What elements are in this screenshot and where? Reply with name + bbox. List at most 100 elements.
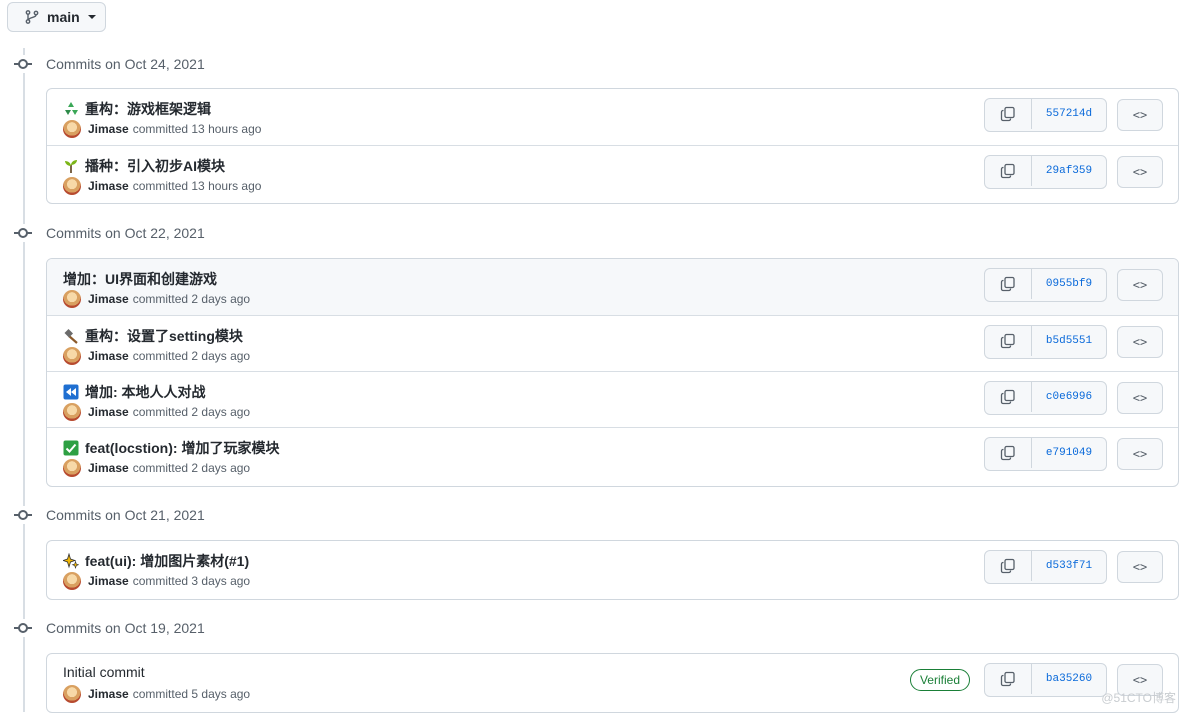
- commit-meta: committed 5 days ago: [132, 687, 251, 701]
- commit-group-header: Commits on Oct 22, 2021: [14, 223, 205, 243]
- commit-group-header: Commits on Oct 21, 2021: [14, 505, 205, 525]
- commit-group-date: Commits on Oct 22, 2021: [46, 225, 205, 241]
- commit-row: 播种：引入初步AI模块 Jimase committed 13 hours ag…: [47, 145, 1178, 201]
- commit-sha-link[interactable]: e791049: [1032, 438, 1106, 468]
- commit-sha-link[interactable]: d533f71: [1032, 551, 1106, 581]
- commit-list: Initial commit Jimase committed 5 days a…: [46, 653, 1179, 713]
- copy-icon: [1000, 445, 1015, 461]
- rewind-icon: [63, 384, 79, 400]
- commit-title-link[interactable]: 重构：设置了setting模块: [85, 326, 243, 346]
- code-icon: <>: [1132, 673, 1148, 687]
- commit-dot-icon: [14, 55, 32, 73]
- copy-icon: [1000, 671, 1015, 687]
- commit-title-link[interactable]: 重构：游戏框架逻辑: [85, 99, 211, 119]
- commit-title-link[interactable]: feat(ui): 增加图片素材(#1): [85, 551, 249, 571]
- commit-sha-link[interactable]: 557214d: [1032, 99, 1106, 129]
- browse-repo-button[interactable]: <>: [1117, 156, 1163, 188]
- commit-author[interactable]: Jimase: [88, 179, 129, 193]
- commit-author[interactable]: Jimase: [88, 122, 129, 136]
- avatar[interactable]: [63, 685, 81, 703]
- commit-title-link[interactable]: 增加: 本地人人对战: [85, 382, 206, 402]
- commit-group-header: Commits on Oct 19, 2021: [14, 618, 205, 638]
- code-icon: <>: [1132, 278, 1148, 292]
- browse-repo-button[interactable]: <>: [1117, 438, 1163, 470]
- branch-select-button[interactable]: main: [7, 2, 106, 32]
- commit-title-link[interactable]: 增加：UI界面和创建游戏: [63, 269, 217, 289]
- verified-badge[interactable]: Verified: [909, 669, 970, 691]
- copy-icon: [1000, 106, 1015, 122]
- avatar[interactable]: [63, 120, 81, 138]
- browse-repo-button[interactable]: <>: [1117, 99, 1163, 131]
- commit-meta: committed 2 days ago: [132, 349, 251, 363]
- copy-sha-button[interactable]: [985, 326, 1032, 356]
- commit-group-date: Commits on Oct 19, 2021: [46, 620, 205, 636]
- commit-sha-link[interactable]: c0e6996: [1032, 382, 1106, 412]
- commit-author[interactable]: Jimase: [88, 687, 129, 701]
- browse-repo-button[interactable]: <>: [1117, 269, 1163, 301]
- commit-row: 重构：游戏框架逻辑 Jimase committed 13 hours ago …: [47, 89, 1178, 145]
- commit-meta: committed 2 days ago: [132, 461, 251, 475]
- sparkles-icon: [63, 553, 79, 569]
- commit-meta: committed 2 days ago: [132, 405, 251, 419]
- check-icon: [63, 440, 79, 456]
- commit-row: 增加：UI界面和创建游戏 Jimase committed 2 days ago…: [47, 259, 1178, 315]
- code-icon: <>: [1132, 447, 1148, 461]
- commit-title-link[interactable]: feat(locstion): 增加了玩家模块: [85, 438, 279, 458]
- copy-sha-button[interactable]: [985, 269, 1032, 299]
- commit-meta: committed 13 hours ago: [132, 179, 262, 193]
- avatar[interactable]: [63, 347, 81, 365]
- copy-sha-button[interactable]: [985, 156, 1032, 186]
- copy-icon: [1000, 276, 1015, 292]
- copy-sha-button[interactable]: [985, 99, 1032, 129]
- commit-meta: committed 3 days ago: [132, 574, 251, 588]
- copy-icon: [1000, 163, 1015, 179]
- hammer-icon: [64, 329, 78, 344]
- commit-dot-icon: [14, 224, 32, 242]
- commit-title-link[interactable]: 播种：引入初步AI模块: [85, 156, 225, 176]
- commit-author[interactable]: Jimase: [88, 292, 129, 306]
- copy-sha-button[interactable]: [985, 551, 1032, 581]
- code-icon: <>: [1132, 560, 1148, 574]
- code-icon: <>: [1132, 391, 1148, 405]
- code-icon: <>: [1132, 335, 1148, 349]
- commit-sha-link[interactable]: 0955bf9: [1032, 269, 1106, 299]
- commit-row: feat(ui): 增加图片素材(#1) Jimase committed 3 …: [47, 541, 1178, 597]
- commit-group-header: Commits on Oct 24, 2021: [14, 54, 205, 74]
- caret-down-icon: [87, 15, 96, 19]
- copy-icon: [1000, 389, 1015, 405]
- commit-group-date: Commits on Oct 21, 2021: [46, 507, 205, 523]
- browse-repo-button[interactable]: <>: [1117, 551, 1163, 583]
- code-icon: <>: [1132, 165, 1148, 179]
- copy-sha-button[interactable]: [985, 382, 1032, 412]
- commit-author[interactable]: Jimase: [88, 405, 129, 419]
- commit-author[interactable]: Jimase: [88, 461, 129, 475]
- copy-icon: [1000, 333, 1015, 349]
- commit-author[interactable]: Jimase: [88, 349, 129, 363]
- seedling-icon: [65, 160, 77, 173]
- browse-repo-button[interactable]: <>: [1117, 382, 1163, 414]
- avatar[interactable]: [63, 290, 81, 308]
- recycle-icon: [65, 102, 78, 115]
- branch-label: main: [47, 9, 80, 25]
- commit-sha-link[interactable]: 29af359: [1032, 156, 1106, 186]
- timeline-line: [23, 48, 25, 712]
- commit-title-link[interactable]: Initial commit: [63, 664, 145, 680]
- commit-group-date: Commits on Oct 24, 2021: [46, 56, 205, 72]
- commit-row: feat(locstion): 增加了玩家模块 Jimase committed…: [47, 427, 1178, 483]
- avatar[interactable]: [63, 572, 81, 590]
- commit-meta: committed 2 days ago: [132, 292, 251, 306]
- commit-list: feat(ui): 增加图片素材(#1) Jimase committed 3 …: [46, 540, 1179, 600]
- avatar[interactable]: [63, 459, 81, 477]
- browse-repo-button[interactable]: <>: [1117, 326, 1163, 358]
- commit-sha-link[interactable]: ba35260: [1032, 664, 1106, 694]
- watermark: @51CTO博客: [1101, 691, 1176, 705]
- commit-list: 重构：游戏框架逻辑 Jimase committed 13 hours ago …: [46, 88, 1179, 204]
- copy-sha-button[interactable]: [985, 438, 1032, 468]
- commit-author[interactable]: Jimase: [88, 574, 129, 588]
- avatar[interactable]: [63, 177, 81, 195]
- commit-list: 增加：UI界面和创建游戏 Jimase committed 2 days ago…: [46, 258, 1179, 487]
- copy-sha-button[interactable]: [985, 664, 1032, 694]
- git-branch-icon: [25, 10, 39, 24]
- commit-sha-link[interactable]: b5d5551: [1032, 326, 1106, 356]
- avatar[interactable]: [63, 403, 81, 421]
